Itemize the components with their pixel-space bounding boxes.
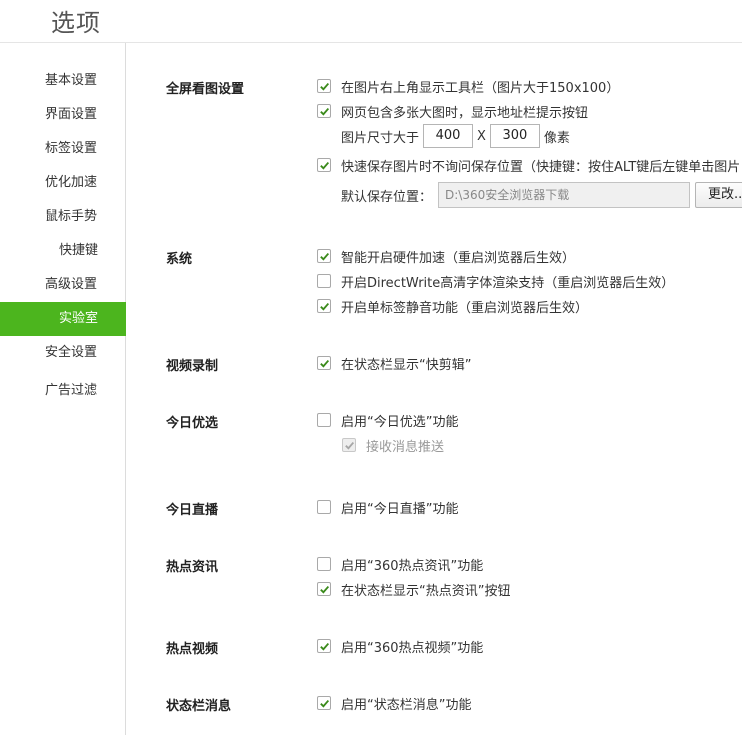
section-title-live: 今日直播 (166, 503, 219, 518)
option-label: 智能开启硬件加速（重启浏览器后生效） (341, 250, 576, 266)
option-row: 在状态栏显示“快剪辑” (317, 353, 471, 373)
option-label: 启用“状态栏消息”功能 (341, 697, 472, 713)
option-row: 网页包含多张大图时，显示地址栏提示按钮 (317, 101, 588, 121)
option-row: 在状态栏显示“热点资讯”按钮 (317, 579, 510, 599)
sidebar-item-label: 广告过滤 (45, 383, 98, 398)
settings-content: 全屏看图设置 在图片右上角显示工具栏（图片大于150x100） 网页包含多张大图… (126, 43, 742, 735)
option-row: 启用“360热点资讯”功能 (317, 554, 483, 574)
title-bar: 选项 (0, 0, 742, 43)
sidebar-item-optimize[interactable]: 优化加速 (0, 166, 126, 200)
checkbox[interactable] (317, 274, 331, 288)
checkmark-icon (319, 107, 329, 116)
checkbox[interactable] (317, 413, 331, 427)
option-row: 启用“今日优选”功能 (317, 410, 458, 430)
sidebar-item-ad-filter[interactable]: 广告过滤 (0, 374, 126, 408)
sidebar-item-lab[interactable]: 实验室 (0, 302, 126, 336)
section-title-hot-video: 热点视频 (166, 642, 219, 657)
size-prefix-label: 图片尺寸大于 (341, 130, 420, 146)
option-row: 启用“360热点视频”功能 (317, 636, 483, 656)
checkmark-icon (319, 359, 329, 368)
sidebar-item-advanced[interactable]: 高级设置 (0, 268, 126, 302)
save-path-label: 默认保存位置： (341, 189, 433, 205)
option-label: 快速保存图片时不询问保存位置（快捷键：按住ALT键后左键单击图片 (341, 159, 741, 175)
checkbox[interactable] (317, 500, 331, 514)
option-row: 启用“状态栏消息”功能 (317, 693, 471, 713)
sidebar-item-tabs[interactable]: 标签设置 (0, 132, 126, 166)
sidebar-item-label: 界面设置 (45, 107, 98, 122)
sidebar-item-label: 鼠标手势 (45, 209, 98, 224)
option-label: 在图片右上角显示工具栏（图片大于150x100） (341, 80, 620, 96)
checkmark-icon (319, 302, 329, 311)
section-title-status-msg: 状态栏消息 (166, 699, 232, 714)
section-title-fullscreen: 全屏看图设置 (166, 82, 245, 97)
option-label: 在状态栏显示“热点资讯”按钮 (341, 583, 511, 599)
sidebar-item-interface[interactable]: 界面设置 (0, 98, 126, 132)
section-title-today-pick: 今日优选 (166, 416, 219, 431)
section-title-system: 系统 (166, 252, 193, 267)
checkbox[interactable] (317, 104, 331, 118)
checkbox[interactable] (317, 299, 331, 313)
checkmark-icon (319, 585, 329, 594)
checkmark-icon (319, 642, 329, 651)
sidebar-item-basic[interactable]: 基本设置 (0, 64, 126, 98)
checkbox[interactable] (317, 158, 331, 172)
sidebar-item-label: 高级设置 (45, 277, 98, 292)
section-title-hot-news: 热点资讯 (166, 560, 219, 575)
option-label: 启用“360热点视频”功能 (341, 640, 484, 656)
option-row: 接收消息推送 (342, 435, 444, 455)
sidebar: 基本设置 界面设置 标签设置 优化加速 鼠标手势 快捷键 高级设置 实验室 安全… (0, 43, 126, 735)
option-row: 在图片右上角显示工具栏（图片大于150x100） (317, 76, 619, 96)
sidebar-item-label: 优化加速 (45, 175, 98, 190)
option-row: 智能开启硬件加速（重启浏览器后生效） (317, 246, 575, 266)
option-label: 网页包含多张大图时，显示地址栏提示按钮 (341, 105, 589, 121)
sidebar-item-label: 安全设置 (45, 345, 98, 360)
option-row: 快速保存图片时不询问保存位置（快捷键：按住ALT键后左键单击图片 (317, 155, 740, 175)
section-title-video: 视频录制 (166, 359, 219, 374)
option-label: 启用“360热点资讯”功能 (341, 558, 484, 574)
sidebar-item-label: 实验室 (59, 311, 99, 326)
checkmark-icon (319, 252, 329, 261)
checkmark-icon (319, 699, 329, 708)
sidebar-item-label: 基本设置 (45, 73, 98, 88)
option-row: 开启单标签静音功能（重启浏览器后生效） (317, 296, 588, 316)
option-label: 启用“今日优选”功能 (341, 414, 459, 430)
size-suffix-label: 像素 (543, 130, 570, 146)
checkmark-icon (319, 161, 329, 170)
sidebar-item-mouse-gestures[interactable]: 鼠标手势 (0, 200, 126, 234)
option-row: 开启DirectWrite高清字体渲染支持（重启浏览器后生效） (317, 271, 674, 291)
min-width-input[interactable]: 400 (423, 124, 474, 148)
option-label: 在状态栏显示“快剪辑” (341, 357, 472, 373)
window-title: 选项 (51, 9, 101, 37)
sidebar-item-label: 标签设置 (45, 141, 98, 156)
checkbox[interactable] (317, 696, 331, 710)
save-path-input[interactable]: D:\360安全浏览器下载 (438, 182, 691, 208)
change-path-button[interactable]: 更改... (695, 182, 742, 208)
checkmark-icon (319, 82, 329, 91)
checkbox[interactable] (317, 582, 331, 596)
save-path-row: 默认保存位置： D:\360安全浏览器下载 更改... (341, 182, 742, 208)
min-height-input[interactable]: 300 (489, 124, 540, 148)
checkbox[interactable] (317, 639, 331, 653)
checkbox[interactable] (342, 438, 356, 452)
checkbox[interactable] (317, 79, 331, 93)
option-label: 开启DirectWrite高清字体渲染支持（重启浏览器后生效） (341, 275, 675, 291)
checkmark-icon (344, 441, 354, 450)
checkbox[interactable] (317, 557, 331, 571)
image-size-row: 图片尺寸大于 400 X 300 像素 (341, 124, 570, 148)
size-separator: X (477, 128, 486, 144)
option-label: 启用“今日直播”功能 (341, 501, 459, 517)
sidebar-item-security[interactable]: 安全设置 (0, 336, 126, 370)
option-label: 开启单标签静音功能（重启浏览器后生效） (341, 300, 589, 316)
sidebar-item-label: 快捷键 (59, 243, 99, 258)
option-row: 启用“今日直播”功能 (317, 497, 458, 517)
checkbox[interactable] (317, 356, 331, 370)
option-label: 接收消息推送 (366, 439, 445, 455)
checkbox[interactable] (317, 249, 331, 263)
sidebar-item-shortcuts[interactable]: 快捷键 (0, 234, 126, 268)
